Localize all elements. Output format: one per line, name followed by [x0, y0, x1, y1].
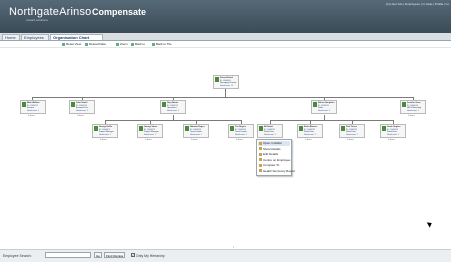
employee-search-bar: Employee Search: Go Find Dismiss ✓ Only …: [0, 249, 451, 262]
tab-bar: Home Employees Organisation Chart: [0, 33, 451, 41]
person-icon: [71, 102, 75, 107]
person-icon: [313, 102, 317, 107]
person-icon: [94, 126, 98, 131]
expand-toggle[interactable]: 1 direct: [145, 139, 152, 141]
app-header: NorthgateArinso reward solutions Compens…: [0, 0, 451, 33]
go-button[interactable]: Go: [94, 252, 103, 258]
edit-icon: [259, 152, 262, 156]
org-node[interactable]: Tim Rogers ID: 0000024 Team Leader Headc…: [228, 124, 254, 138]
org-node[interactable]: George Stone ID: 0000022 Project Manager…: [137, 124, 163, 138]
org-node[interactable]: Jamie Hughes ID: 0000034 Sales Exec Head…: [380, 124, 406, 138]
org-node[interactable]: Paul Torres ID: 0000033 Sales Exec Headc…: [339, 124, 365, 138]
expand-toggle[interactable]: 1 direct: [77, 115, 84, 117]
tab-employees[interactable]: Employees: [21, 34, 49, 40]
menu-item-compare-to[interactable]: Compare To: [258, 163, 290, 168]
connector-line: [32, 97, 414, 98]
org-node[interactable]: George Hollis ID: 0000021 Project Manage…: [92, 124, 118, 138]
node-context-menu: Open in Editor Show Details Edit Details…: [256, 139, 295, 176]
compare-icon: [259, 163, 262, 167]
expand-toggle[interactable]: 1 direct: [388, 139, 395, 141]
reset-view-button[interactable]: Reset View: [62, 42, 81, 46]
menu-item-edit-details[interactable]: Edit Details: [258, 152, 290, 157]
reset-icon: [62, 42, 65, 46]
expand-toggle[interactable]: 1 direct: [191, 139, 198, 141]
back-to-tile-button[interactable]: Back to Tile: [152, 42, 172, 46]
employee-search-label: Employee Search:: [3, 254, 32, 258]
menu-item-show-details[interactable]: Show Details: [258, 147, 290, 152]
expand-toggle[interactable]: 1 direct: [408, 115, 415, 117]
person-icon: [341, 126, 345, 131]
org-node[interactable]: Jennifer Vines ID: 0000016 HR & Marketin…: [400, 100, 426, 114]
expand-toggle[interactable]: 1 direct: [28, 115, 35, 117]
menu-item-centre-on-employee[interactable]: Centre on Employee: [258, 158, 290, 163]
back-icon: [131, 42, 134, 46]
org-node-root[interactable]: Susan Bristol ID: 0000001 Managing Direc…: [213, 75, 239, 89]
connector-line: [105, 120, 242, 121]
org-node[interactable]: John Daniel ID: 0000013 Business Dev Hea…: [69, 100, 95, 114]
org-node[interactable]: Kevin Bowers ID: 0000032 Sales Exec Head…: [297, 124, 323, 138]
expand-toggle[interactable]: 1 direct: [347, 139, 354, 141]
org-node-selected[interactable]: Al Robert ID: 0000031 Sales Exec Headcou…: [257, 124, 283, 138]
editor-icon: [259, 141, 262, 145]
person-icon: [259, 126, 263, 131]
person-icon: [382, 126, 386, 131]
connector-line: [270, 120, 394, 121]
back-to-button[interactable]: Back to: [131, 42, 145, 46]
only-my-hierarchy-label: Only My Hierarchy: [136, 254, 165, 258]
employee-search-input[interactable]: [45, 252, 91, 258]
tile-icon: [152, 42, 155, 46]
org-node[interactable]: Natasha Dagen ID: 0000023 Team Leader He…: [183, 124, 209, 138]
org-node[interactable]: Gary Baxter ID: 0000014 Operations Headc…: [160, 100, 186, 114]
person-icon: [139, 126, 143, 131]
top-links[interactable]: [1] User Info | Employees | ii | Help | …: [386, 2, 449, 6]
org-node[interactable]: Mark Wallace ID: 0000012 Finance Headcou…: [20, 100, 46, 114]
expand-toggle[interactable]: 1 direct: [236, 139, 243, 141]
reload-data-button[interactable]: Reload Data: [85, 42, 106, 46]
centre-icon: [259, 158, 262, 161]
logo-subtitle: reward solutions: [26, 18, 48, 22]
reload-icon: [85, 42, 88, 46]
person-icon: [22, 102, 26, 107]
report-icon: [259, 169, 262, 172]
person-icon: [230, 126, 234, 131]
logo: NorthgateArinso: [9, 6, 92, 18]
org-chart-canvas[interactable]: Susan Bristol ID: 0000001 Managing Direc…: [3, 48, 449, 247]
person-icon: [299, 126, 303, 131]
person-icon: [185, 126, 189, 131]
person-icon: [215, 77, 219, 82]
expand-toggle[interactable]: 1 direct: [100, 139, 107, 141]
chart-toolbar: Reset View Reload Data Zoom Back to Back…: [0, 41, 451, 48]
app-title: Compensate: [92, 7, 147, 17]
person-icon: [162, 102, 166, 107]
details-icon: [259, 147, 262, 150]
person-icon: [402, 102, 406, 107]
find-dismiss-button[interactable]: Find Dismiss: [104, 252, 126, 258]
zoom-icon: [116, 42, 119, 46]
menu-item-open-in-editor[interactable]: Open in Editor: [258, 141, 290, 146]
tab-organisation-chart[interactable]: Organisation Chart: [50, 34, 103, 40]
tab-home[interactable]: Home: [2, 34, 20, 40]
org-node[interactable]: Robert Houghton ID: 0000015 Sales Headco…: [311, 100, 337, 114]
expand-toggle[interactable]: 1 direct: [305, 139, 312, 141]
menu-item-health-summary-report[interactable]: Health Summary Report: [258, 169, 295, 174]
zoom-button[interactable]: Zoom: [116, 42, 128, 46]
only-my-hierarchy-checkbox[interactable]: ✓: [131, 253, 135, 257]
